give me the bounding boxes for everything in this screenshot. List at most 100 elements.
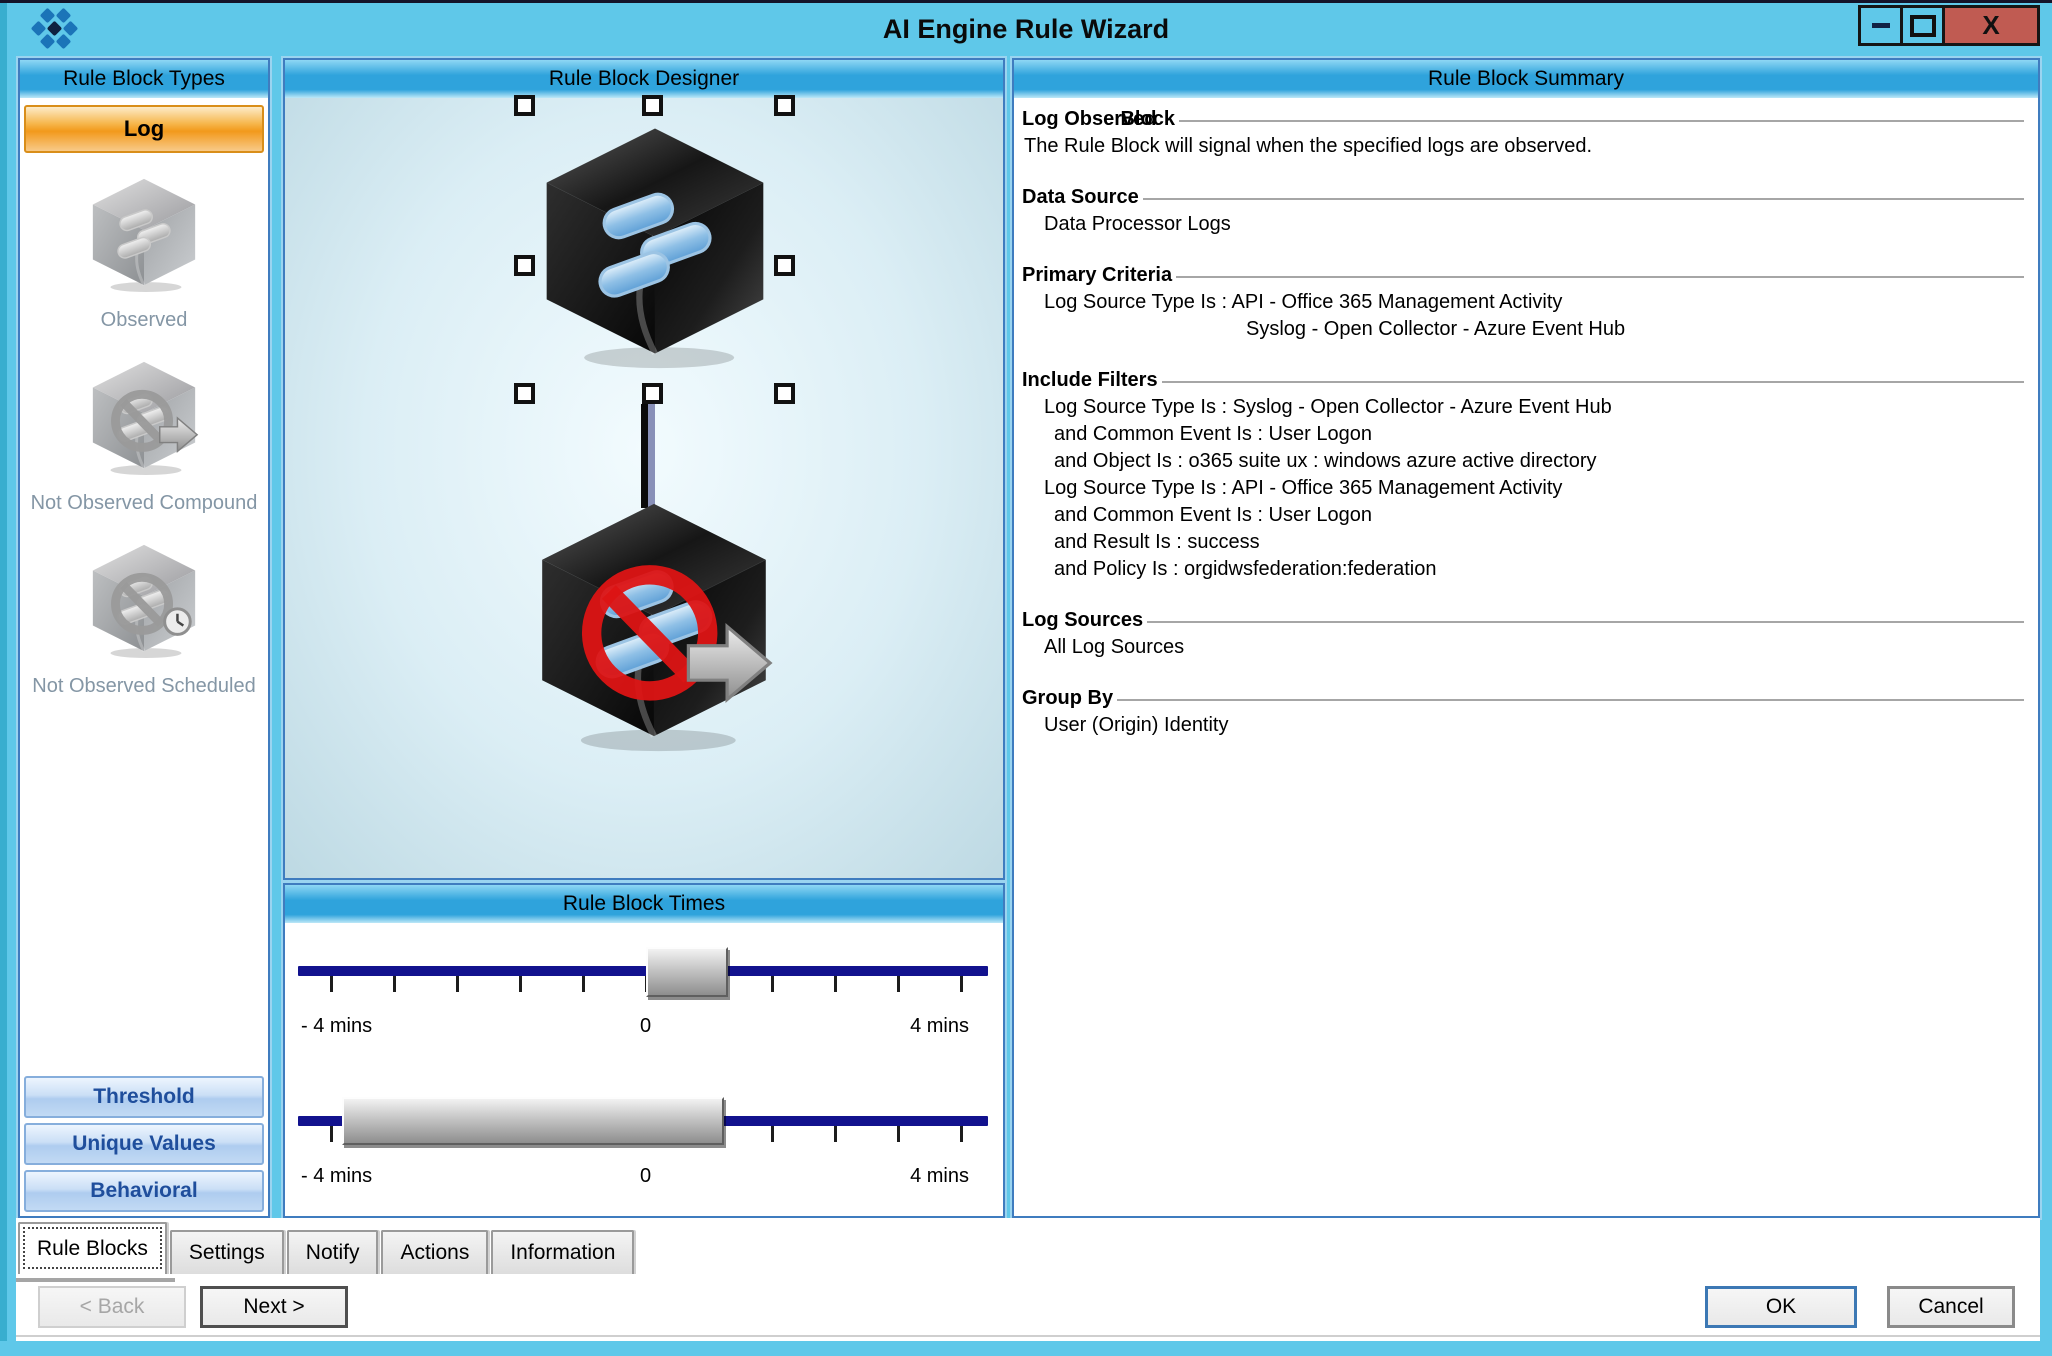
slider-track[interactable] <box>298 966 988 976</box>
tick <box>960 976 963 992</box>
summary-line: The Rule Block will signal when the spec… <box>1022 133 2024 160</box>
summary-line: Data Processor Logs <box>1022 211 2024 238</box>
minimize-button[interactable] <box>1858 5 1903 46</box>
summary-line: and Result Is : success <box>1022 529 2024 556</box>
summary-line: and Policy Is : orgidwsfederation:federa… <box>1022 556 2024 583</box>
close-button[interactable]: X <box>1942 5 2040 46</box>
summary-section-heading: Log ObservedBlock <box>1022 106 2024 133</box>
summary-section: Primary CriteriaLog Source Type Is : API… <box>1022 262 2024 343</box>
rule-block-times-panel: Rule Block Times - 4 mins04 mins- 4 mins… <box>283 883 1005 1218</box>
tick <box>393 976 396 992</box>
rule-block-types-panel: Rule Block Types Log ObservedNot Observe… <box>18 58 270 1218</box>
tab-information[interactable]: Information <box>491 1230 634 1274</box>
rule-block-designer-header: Rule Block Designer <box>285 60 1003 100</box>
rule-block-type-not-observed-scheduled[interactable]: Not Observed Scheduled <box>20 539 268 698</box>
logo-dot <box>40 34 56 50</box>
summary-section: Log SourcesAll Log Sources <box>1022 607 2024 661</box>
rule-block-type-label: Observed <box>101 308 188 332</box>
slider-thumb[interactable] <box>646 947 728 997</box>
summary-section: Log ObservedBlockThe Rule Block will sig… <box>1022 106 2024 160</box>
cube-observed-icon <box>81 173 207 298</box>
maximize-button[interactable] <box>1900 5 1945 46</box>
slider-min-label: - 4 mins <box>301 1015 372 1038</box>
tab-notify[interactable]: Notify <box>287 1230 379 1274</box>
section-divider <box>1147 621 2024 623</box>
summary-heading-text: Include Filters <box>1022 369 1158 392</box>
ok-button[interactable]: OK <box>1705 1286 1857 1328</box>
tab-rule-blocks[interactable]: Rule Blocks <box>18 1222 167 1274</box>
tick <box>960 1126 963 1142</box>
footer-divider <box>16 1335 2040 1337</box>
selection-handle[interactable] <box>642 95 663 116</box>
rule-block-type-not-observed-compound[interactable]: Not Observed Compound <box>20 356 268 515</box>
tab-label: Information <box>510 1241 615 1265</box>
back-button[interactable]: < Back <box>38 1286 186 1328</box>
summary-section-heading: Group By <box>1022 685 2024 712</box>
minimize-icon <box>1872 23 1890 28</box>
selection-handle[interactable] <box>514 383 535 404</box>
rule-block-designer-panel: Rule Block Designer <box>283 58 1005 880</box>
tick <box>330 976 333 992</box>
logo-dot <box>47 21 63 37</box>
summary-heading-text: Primary Criteria <box>1022 264 1172 287</box>
tab-actions[interactable]: Actions <box>381 1230 488 1274</box>
slider-max-label: 4 mins <box>910 1165 969 1188</box>
category-button-unique-values[interactable]: Unique Values <box>24 1123 264 1165</box>
summary-section: Include FiltersLog Source Type Is : Sysl… <box>1022 367 2024 583</box>
tick <box>897 976 900 992</box>
tab-label: Settings <box>189 1241 265 1265</box>
wizard-tabs: Rule Blocks Settings Notify Actions Informat… <box>18 1222 637 1274</box>
next-button[interactable]: Next > <box>200 1286 348 1328</box>
slider-range-bar[interactable] <box>342 1097 724 1145</box>
category-button-behavioral[interactable]: Behavioral <box>24 1170 264 1212</box>
summary-line: Log Source Type Is : Syslog - Open Colle… <box>1022 394 2024 421</box>
summary-line: and Object Is : o365 suite ux : windows … <box>1022 448 2024 475</box>
summary-section-heading: Log Sources <box>1022 607 2024 634</box>
tab-label: Notify <box>306 1241 360 1265</box>
section-divider <box>1162 381 2024 383</box>
summary-heading-overlap-text: Block <box>1120 108 1174 131</box>
not-observed-rule-block[interactable] <box>525 491 783 743</box>
tick <box>330 1126 333 1142</box>
selection-handle[interactable] <box>514 95 535 116</box>
selection-handle[interactable] <box>774 95 795 116</box>
cube-not-observed-compound-icon <box>81 356 207 481</box>
summary-heading-text: Group By <box>1022 687 1113 710</box>
rule-block-type-label: Not Observed Scheduled <box>32 674 255 698</box>
slider-min-label: - 4 mins <box>301 1165 372 1188</box>
section-divider <box>1143 198 2024 200</box>
slider-zero-label: 0 <box>640 1165 651 1188</box>
tick <box>834 1126 837 1142</box>
observed-rule-block[interactable] <box>530 116 780 368</box>
logo-dot <box>56 34 72 50</box>
tab-label: Rule Blocks <box>37 1237 148 1261</box>
slider-zero-label: 0 <box>640 1015 651 1038</box>
cube-not-observed-scheduled-icon <box>81 539 207 664</box>
summary-line: and Common Event Is : User Logon <box>1022 421 2024 448</box>
rule-block-type-label: Not Observed Compound <box>31 491 258 515</box>
tab-settings[interactable]: Settings <box>170 1230 284 1274</box>
window-bottom-edge <box>0 1341 2052 1356</box>
summary-section-heading: Include Filters <box>1022 367 2024 394</box>
summary-line: and Common Event Is : User Logon <box>1022 502 2024 529</box>
designer-canvas[interactable] <box>285 98 1003 878</box>
category-button-threshold[interactable]: Threshold <box>24 1076 264 1118</box>
slider-max-label: 4 mins <box>910 1015 969 1038</box>
log-category-button[interactable]: Log <box>24 105 264 153</box>
selection-handle[interactable] <box>774 383 795 404</box>
summary-line: Log Source Type Is : API - Office 365 Ma… <box>1022 475 2024 502</box>
window-title: AI Engine Rule Wizard <box>300 14 1752 45</box>
rule-block-times-body: - 4 mins 0 4 mins - 4 mins 0 4 mins <box>285 923 1003 1216</box>
window-controls: X <box>1861 5 2040 46</box>
summary-line: Log Source Type Is : API - Office 365 Ma… <box>1022 289 2024 316</box>
window-edge-accent <box>0 3 7 1356</box>
tick <box>582 976 585 992</box>
category-buttons: Threshold Unique Values Behavioral <box>20 1072 268 1216</box>
selection-handle[interactable] <box>642 383 663 404</box>
maximize-icon <box>1910 15 1936 37</box>
rule-block-summary-header: Rule Block Summary <box>1014 60 2038 100</box>
cancel-button[interactable]: Cancel <box>1887 1286 2015 1328</box>
summary-line: User (Origin) Identity <box>1022 712 2024 739</box>
rule-block-type-observed[interactable]: Observed <box>20 173 268 332</box>
section-divider <box>1117 699 2024 701</box>
